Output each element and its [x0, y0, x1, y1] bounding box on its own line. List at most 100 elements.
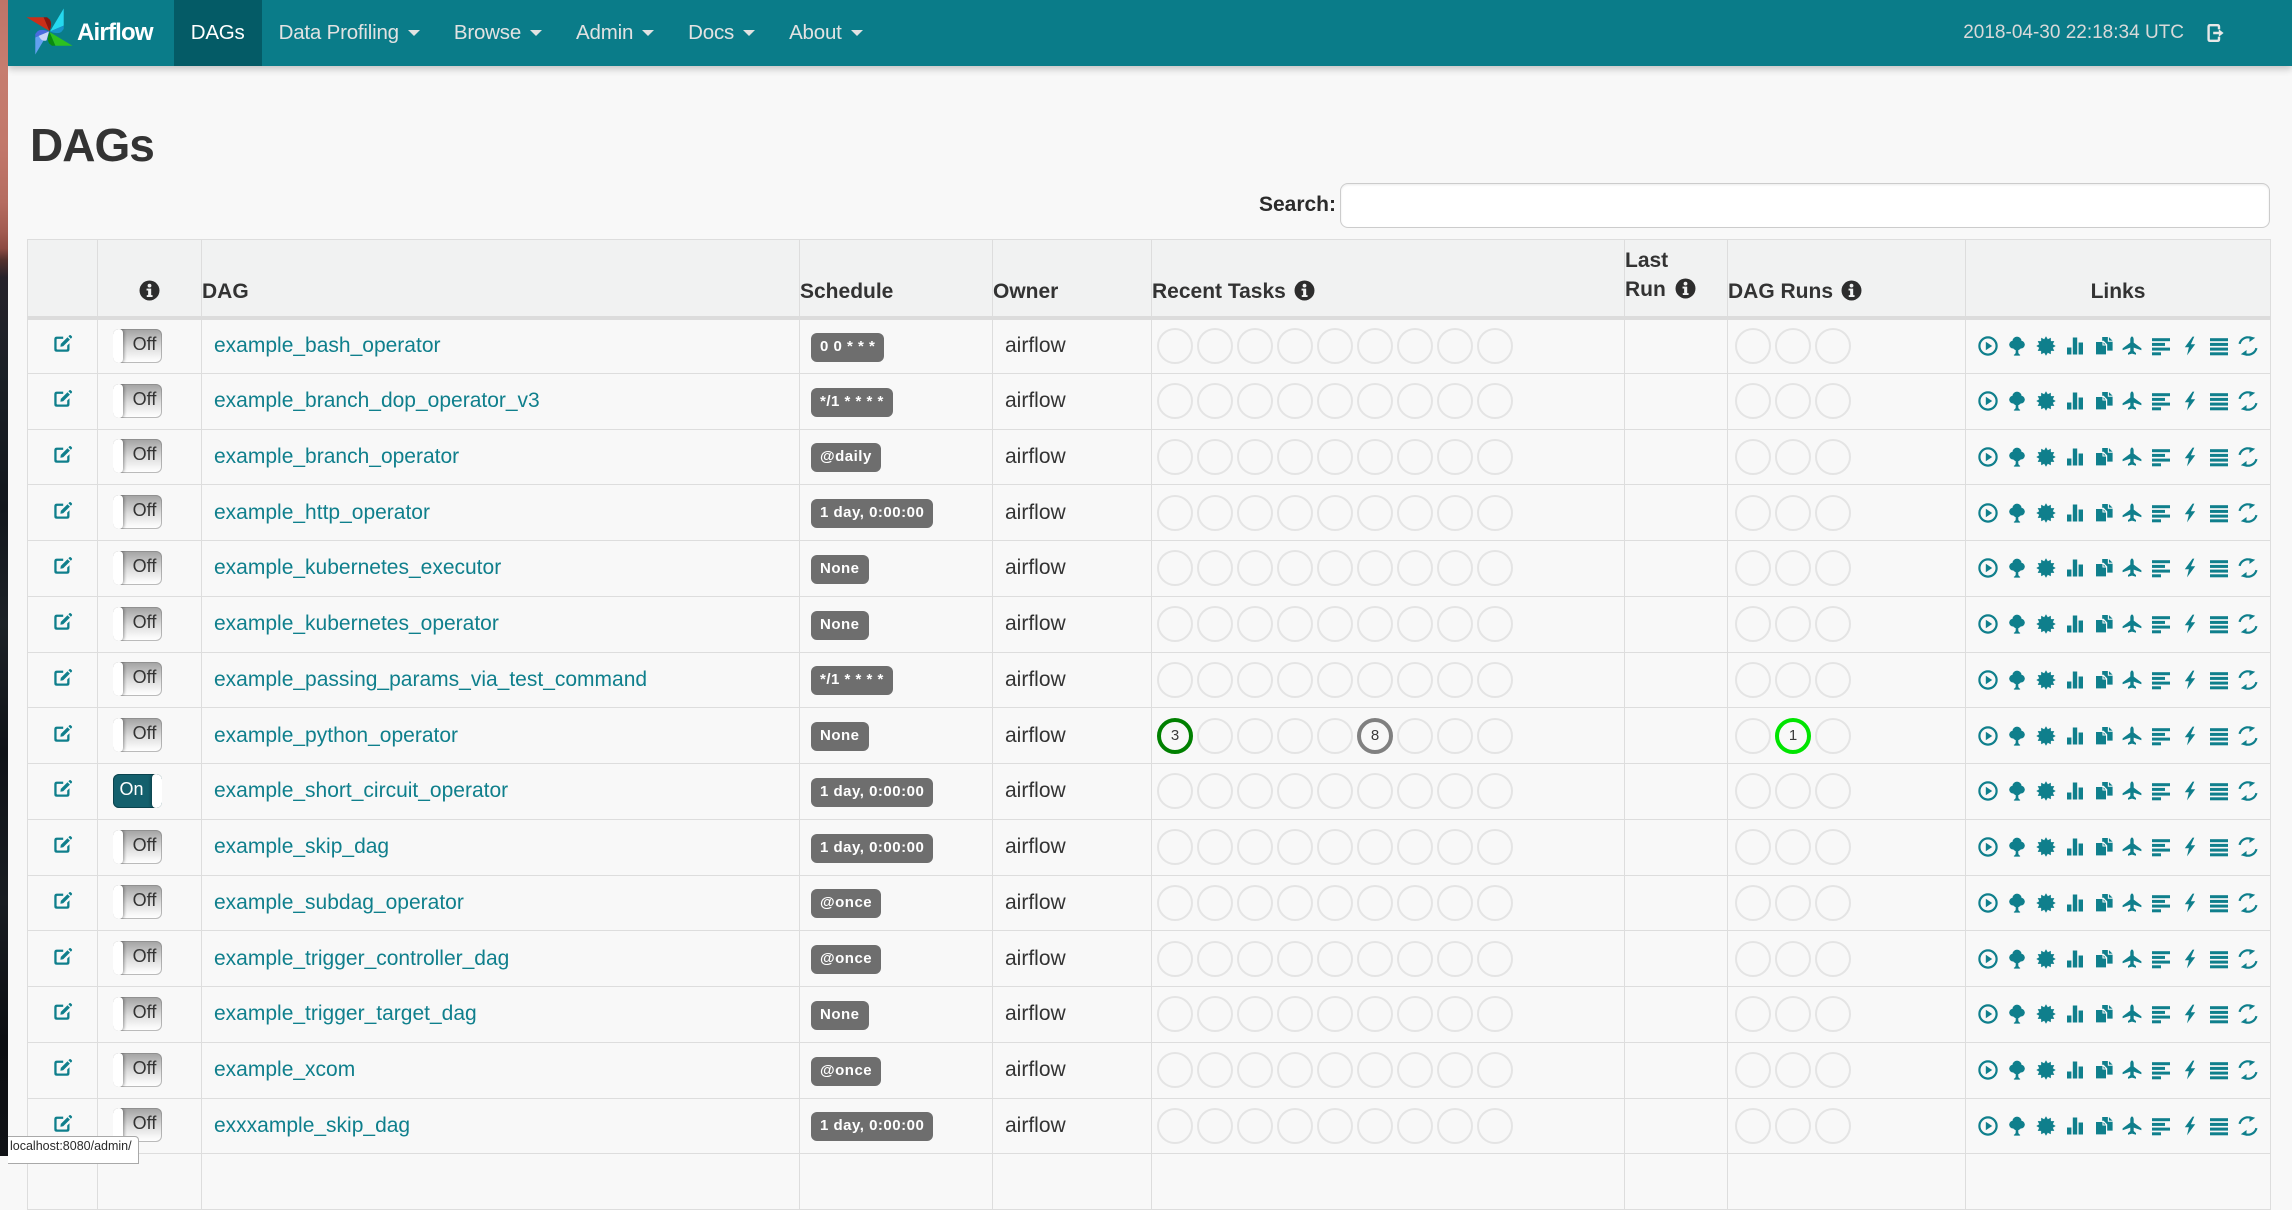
task-state-circle[interactable]: 3 — [1157, 717, 1193, 754]
edit-dag-icon[interactable] — [52, 946, 73, 967]
dag-run-state-circle[interactable] — [1815, 773, 1851, 810]
refresh-icon[interactable] — [2238, 781, 2258, 801]
code-view-icon[interactable] — [2180, 1004, 2200, 1024]
task-state-circle[interactable] — [1357, 940, 1393, 977]
task-state-circle[interactable] — [1277, 328, 1313, 365]
dag-run-state-circle[interactable] — [1775, 606, 1811, 643]
dag-run-state-circle[interactable] — [1775, 829, 1811, 866]
refresh-icon[interactable] — [2238, 503, 2258, 523]
task-state-circle[interactable] — [1277, 717, 1313, 754]
edit-dag-icon[interactable] — [52, 1057, 73, 1078]
code-view-icon[interactable] — [2180, 670, 2200, 690]
nav-item-about[interactable]: About — [772, 0, 880, 66]
task-state-circle[interactable] — [1157, 1052, 1193, 1089]
trigger-dag-icon[interactable] — [1978, 1060, 1998, 1080]
task-state-circle[interactable] — [1157, 884, 1193, 921]
task-state-circle[interactable] — [1397, 717, 1433, 754]
tree-view-icon[interactable] — [2007, 391, 2027, 411]
task-state-circle[interactable] — [1317, 940, 1353, 977]
task-state-circle[interactable] — [1357, 606, 1393, 643]
task-state-circle[interactable] — [1437, 996, 1473, 1033]
dag-run-state-circle[interactable] — [1735, 717, 1771, 754]
dag-run-state-circle[interactable] — [1775, 328, 1811, 365]
dag-details-icon[interactable] — [2209, 1004, 2229, 1024]
gantt-view-icon[interactable] — [2151, 391, 2171, 411]
trigger-dag-icon[interactable] — [1978, 781, 1998, 801]
dag-pause-toggle[interactable]: Off — [113, 550, 162, 585]
dag-pause-toggle[interactable]: Off — [113, 885, 162, 920]
task-state-circle[interactable] — [1317, 550, 1353, 587]
task-state-circle[interactable] — [1357, 829, 1393, 866]
dag-run-state-circle[interactable] — [1815, 550, 1851, 587]
dag-run-state-circle[interactable] — [1735, 829, 1771, 866]
task-state-circle[interactable] — [1157, 383, 1193, 420]
task-state-circle[interactable] — [1397, 550, 1433, 587]
landing-times-icon[interactable] — [2122, 893, 2142, 913]
task-tries-icon[interactable] — [2094, 893, 2114, 913]
dag-run-state-circle[interactable] — [1735, 940, 1771, 977]
task-state-circle[interactable] — [1197, 1052, 1233, 1089]
dag-run-state-circle[interactable] — [1775, 661, 1811, 698]
landing-times-icon[interactable] — [2122, 726, 2142, 746]
task-state-circle[interactable] — [1197, 940, 1233, 977]
task-state-circle[interactable] — [1477, 1052, 1513, 1089]
nav-item-docs[interactable]: Docs — [671, 0, 772, 66]
landing-times-icon[interactable] — [2122, 781, 2142, 801]
dag-link[interactable]: example_trigger_target_dag — [214, 1002, 477, 1025]
dag-link[interactable]: example_kubernetes_executor — [214, 556, 501, 579]
dag-run-state-circle[interactable] — [1735, 1052, 1771, 1089]
task-state-circle[interactable] — [1437, 438, 1473, 475]
task-state-circle[interactable] — [1237, 328, 1273, 365]
graph-view-icon[interactable] — [2036, 670, 2056, 690]
dag-link[interactable]: example_skip_dag — [214, 835, 389, 858]
trigger-dag-icon[interactable] — [1978, 893, 1998, 913]
trigger-dag-icon[interactable] — [1978, 1004, 1998, 1024]
gantt-view-icon[interactable] — [2151, 893, 2171, 913]
task-state-circle[interactable] — [1477, 717, 1513, 754]
refresh-icon[interactable] — [2238, 1116, 2258, 1136]
task-state-circle[interactable] — [1317, 717, 1353, 754]
nav-item-browse[interactable]: Browse — [437, 0, 559, 66]
landing-times-icon[interactable] — [2122, 1116, 2142, 1136]
dag-details-icon[interactable] — [2209, 503, 2229, 523]
dag-run-state-circle[interactable] — [1735, 884, 1771, 921]
graph-view-icon[interactable] — [2036, 558, 2056, 578]
dag-run-state-circle[interactable] — [1735, 1107, 1771, 1144]
dag-pause-toggle[interactable]: Off — [113, 606, 162, 641]
task-state-circle[interactable] — [1437, 1107, 1473, 1144]
landing-times-icon[interactable] — [2122, 670, 2142, 690]
task-duration-icon[interactable] — [2065, 670, 2085, 690]
task-state-circle[interactable] — [1317, 1107, 1353, 1144]
task-state-circle[interactable] — [1397, 1052, 1433, 1089]
task-state-circle[interactable] — [1477, 940, 1513, 977]
dag-link[interactable]: example_branch_operator — [214, 445, 459, 468]
landing-times-icon[interactable] — [2122, 1060, 2142, 1080]
refresh-icon[interactable] — [2238, 614, 2258, 634]
task-state-circle[interactable] — [1317, 383, 1353, 420]
edit-dag-icon[interactable] — [52, 1001, 73, 1022]
tree-view-icon[interactable] — [2007, 1060, 2027, 1080]
info-icon[interactable] — [1675, 278, 1696, 299]
tree-view-icon[interactable] — [2007, 949, 2027, 969]
tree-view-icon[interactable] — [2007, 336, 2027, 356]
tree-view-icon[interactable] — [2007, 726, 2027, 746]
dag-link[interactable]: example_branch_dop_operator_v3 — [214, 389, 540, 412]
code-view-icon[interactable] — [2180, 1116, 2200, 1136]
trigger-dag-icon[interactable] — [1978, 558, 1998, 578]
task-state-circle[interactable] — [1357, 1052, 1393, 1089]
task-state-circle[interactable] — [1397, 1107, 1433, 1144]
task-tries-icon[interactable] — [2094, 1004, 2114, 1024]
task-state-circle[interactable] — [1317, 773, 1353, 810]
task-state-circle[interactable] — [1357, 328, 1393, 365]
header-last-run[interactable]: Last Run — [1624, 239, 1728, 320]
task-state-circle[interactable] — [1277, 494, 1313, 531]
landing-times-icon[interactable] — [2122, 837, 2142, 857]
task-state-circle[interactable] — [1437, 717, 1473, 754]
landing-times-icon[interactable] — [2122, 949, 2142, 969]
header-dag-runs[interactable]: DAG Runs — [1727, 239, 1966, 320]
gantt-view-icon[interactable] — [2151, 726, 2171, 746]
task-state-circle[interactable] — [1397, 884, 1433, 921]
task-state-circle[interactable] — [1397, 661, 1433, 698]
dag-run-state-circle[interactable] — [1735, 773, 1771, 810]
dag-link[interactable]: example_bash_operator — [214, 334, 441, 357]
